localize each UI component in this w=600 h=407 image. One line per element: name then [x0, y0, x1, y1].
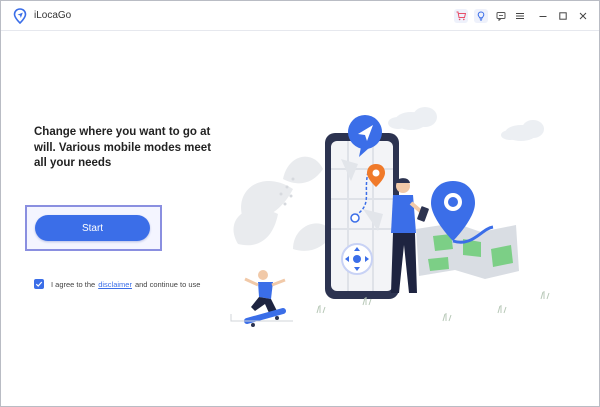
joystick-control [341, 243, 373, 275]
agree-checkbox[interactable] [34, 279, 44, 289]
leaves-decoration [233, 156, 333, 251]
map-graphic [416, 223, 519, 279]
hamburger-menu-icon [516, 13, 524, 19]
app-window: iLocaGo Change where you want to go at w… [0, 0, 600, 407]
feedback-button[interactable] [494, 9, 508, 23]
title-bar[interactable]: iLocaGo [1, 1, 599, 31]
location-illustration [230, 107, 550, 327]
cloud-icon [388, 107, 437, 130]
headline-text: Change where you want to go at will. Var… [34, 126, 212, 169]
menu-button[interactable] [513, 9, 527, 23]
disclaimer-link[interactable]: disclaimer [98, 280, 132, 289]
app-title: iLocaGo [34, 10, 72, 21]
checkmark-icon [35, 281, 43, 287]
skateboarder-figure [230, 270, 293, 327]
lightbulb-icon [477, 11, 485, 21]
cart-button[interactable] [454, 9, 468, 23]
minimize-icon [539, 16, 547, 17]
agree-suffix-text: and continue to use [134, 279, 201, 289]
minimize-button[interactable] [536, 9, 550, 23]
close-button[interactable] [576, 9, 590, 23]
start-button[interactable]: Start [35, 215, 150, 241]
maximize-icon [559, 12, 567, 20]
maximize-button[interactable] [556, 9, 570, 23]
cart-icon [456, 11, 466, 21]
agree-prefix-text: I agree to the [51, 279, 96, 289]
close-icon [579, 12, 587, 20]
feedback-icon [496, 12, 506, 21]
cloud-icon [501, 120, 544, 141]
agreement-row: I agree to the disclaimer and continue t… [34, 278, 200, 290]
bulb-button[interactable] [474, 9, 488, 23]
app-logo-icon [13, 8, 27, 24]
